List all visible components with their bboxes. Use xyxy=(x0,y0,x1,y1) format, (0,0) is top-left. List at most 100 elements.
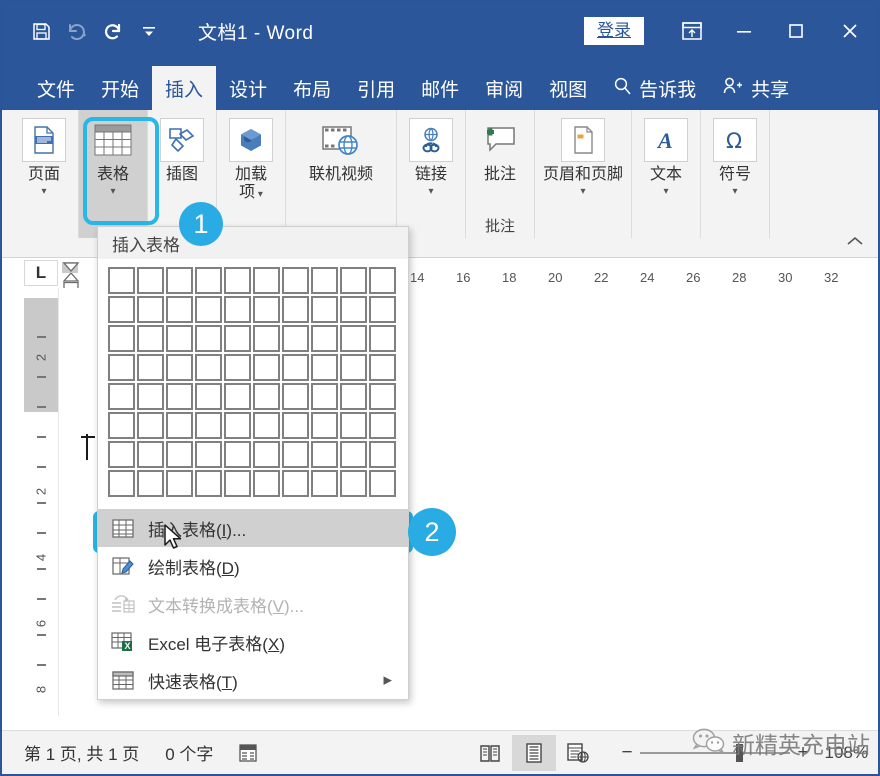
link-caret-icon[interactable]: ▾ xyxy=(428,187,433,197)
grid-cell[interactable] xyxy=(311,267,338,294)
tab-home[interactable]: 开始 xyxy=(88,66,152,110)
grid-cell[interactable] xyxy=(282,470,309,497)
grid-cell[interactable] xyxy=(253,470,280,497)
grid-cell[interactable] xyxy=(282,383,309,410)
grid-cell[interactable] xyxy=(108,325,135,352)
menu-item-draw-table[interactable]: 绘制表格(D) xyxy=(98,547,408,585)
sign-in-button[interactable]: 登录 xyxy=(584,17,644,45)
undo-icon[interactable] xyxy=(60,14,94,48)
maximize-icon[interactable] xyxy=(770,2,822,60)
tab-file[interactable]: 文件 xyxy=(24,66,88,110)
page-count-status[interactable]: 第 1 页, 共 1 页 xyxy=(24,740,139,765)
proofing-icon[interactable] xyxy=(237,742,259,764)
grid-cell[interactable] xyxy=(311,383,338,410)
grid-cell[interactable] xyxy=(224,441,251,468)
grid-cell[interactable] xyxy=(369,470,396,497)
grid-cell[interactable] xyxy=(224,470,251,497)
symbol-button[interactable]: Ω 符号 ▾ xyxy=(701,110,769,238)
grid-cell[interactable] xyxy=(137,296,164,323)
tab-references[interactable]: 引用 xyxy=(344,66,408,110)
grid-cell[interactable] xyxy=(282,354,309,381)
grid-cell[interactable] xyxy=(369,412,396,439)
grid-cell[interactable] xyxy=(195,441,222,468)
grid-cell[interactable] xyxy=(137,383,164,410)
grid-cell[interactable] xyxy=(253,383,280,410)
grid-cell[interactable] xyxy=(166,325,193,352)
text-caret-icon[interactable]: ▾ xyxy=(663,187,668,197)
grid-cell[interactable] xyxy=(340,470,367,497)
grid-cell[interactable] xyxy=(340,383,367,410)
grid-cell[interactable] xyxy=(224,325,251,352)
grid-cell[interactable] xyxy=(340,296,367,323)
grid-cell[interactable] xyxy=(224,383,251,410)
tab-stop-selector[interactable]: L xyxy=(24,260,58,286)
grid-cell[interactable] xyxy=(195,412,222,439)
header-footer-button[interactable]: 页眉和页脚 ▾ xyxy=(535,110,631,238)
grid-cell[interactable] xyxy=(108,412,135,439)
text-button[interactable]: A 文本 ▾ xyxy=(632,110,700,238)
grid-cell[interactable] xyxy=(195,383,222,410)
grid-cell[interactable] xyxy=(108,267,135,294)
grid-cell[interactable] xyxy=(166,267,193,294)
grid-cell[interactable] xyxy=(166,354,193,381)
zoom-out-button[interactable]: − xyxy=(619,742,635,764)
grid-cell[interactable] xyxy=(108,296,135,323)
redo-icon[interactable] xyxy=(96,14,130,48)
grid-cell[interactable] xyxy=(369,296,396,323)
vertical-ruler[interactable]: 2 2 4 6 8 xyxy=(24,288,58,716)
tab-view[interactable]: 视图 xyxy=(536,66,600,110)
ribbon-display-options-icon[interactable] xyxy=(666,2,718,60)
grid-cell[interactable] xyxy=(108,383,135,410)
table-caret-icon[interactable]: ▾ xyxy=(110,187,115,197)
grid-cell[interactable] xyxy=(224,267,251,294)
minimize-icon[interactable] xyxy=(718,2,770,60)
grid-cell[interactable] xyxy=(311,441,338,468)
share-button[interactable]: 共享 xyxy=(709,66,802,110)
grid-cell[interactable] xyxy=(282,412,309,439)
grid-cell[interactable] xyxy=(253,325,280,352)
grid-cell[interactable] xyxy=(195,354,222,381)
web-layout-icon[interactable] xyxy=(556,735,600,771)
online-video-button[interactable]: 联机视频 xyxy=(286,110,396,238)
grid-cell[interactable] xyxy=(137,267,164,294)
grid-cell[interactable] xyxy=(137,470,164,497)
tab-design[interactable]: 设计 xyxy=(216,66,280,110)
header-footer-caret-icon[interactable]: ▾ xyxy=(580,187,585,197)
grid-cell[interactable] xyxy=(195,267,222,294)
grid-cell[interactable] xyxy=(311,296,338,323)
grid-cell[interactable] xyxy=(253,296,280,323)
close-icon[interactable] xyxy=(822,2,878,60)
tell-me-search[interactable]: 告诉我 xyxy=(600,66,709,110)
grid-cell[interactable] xyxy=(166,412,193,439)
grid-cell[interactable] xyxy=(166,470,193,497)
grid-cell[interactable] xyxy=(311,354,338,381)
pages-button[interactable]: 页面 ▾ xyxy=(10,110,78,238)
save-icon[interactable] xyxy=(24,14,58,48)
grid-cell[interactable] xyxy=(340,441,367,468)
grid-cell[interactable] xyxy=(137,325,164,352)
grid-cell[interactable] xyxy=(340,325,367,352)
grid-cell[interactable] xyxy=(137,354,164,381)
addins-button[interactable]: 加载项 ▾ xyxy=(217,110,285,238)
table-size-grid[interactable] xyxy=(98,259,408,505)
grid-cell[interactable] xyxy=(108,354,135,381)
link-button[interactable]: 链接 ▾ xyxy=(397,110,465,238)
grid-cell[interactable] xyxy=(311,325,338,352)
grid-cell[interactable] xyxy=(166,441,193,468)
grid-cell[interactable] xyxy=(195,325,222,352)
grid-cell[interactable] xyxy=(369,441,396,468)
grid-cell[interactable] xyxy=(108,441,135,468)
print-layout-icon[interactable] xyxy=(512,735,556,771)
grid-cell[interactable] xyxy=(166,383,193,410)
grid-cell[interactable] xyxy=(282,296,309,323)
grid-cell[interactable] xyxy=(224,412,251,439)
grid-cell[interactable] xyxy=(137,412,164,439)
grid-cell[interactable] xyxy=(195,296,222,323)
menu-item-quick-tables[interactable]: 快速表格(T) ▶ xyxy=(98,661,408,699)
grid-cell[interactable] xyxy=(224,296,251,323)
grid-cell[interactable] xyxy=(340,267,367,294)
grid-cell[interactable] xyxy=(166,296,193,323)
pages-caret-icon[interactable]: ▾ xyxy=(41,187,46,197)
tab-mailings[interactable]: 邮件 xyxy=(408,66,472,110)
grid-cell[interactable] xyxy=(311,412,338,439)
